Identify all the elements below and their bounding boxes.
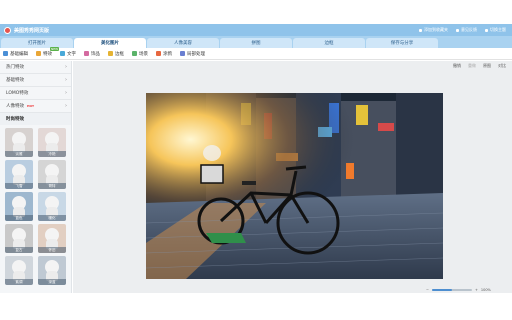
compare-button[interactable]: 对比	[498, 63, 506, 69]
zoom-slider-fill	[431, 289, 452, 291]
app-title: 美图秀秀网页版	[14, 27, 50, 34]
hot-badge: HOT	[27, 104, 35, 108]
original-button[interactable]: 原图	[483, 63, 491, 69]
category-lomo-effects[interactable]: LOMO特效 ›	[0, 87, 71, 100]
effects-grid: 淡雅 冷艳 飞雪 哥特 蓝色 暖化 复古 怀旧 紫调 深蓝	[0, 125, 71, 288]
effect-thumb[interactable]: 复古	[5, 224, 33, 253]
switch-theme-link[interactable]: 切换主题	[485, 27, 506, 33]
effect-thumb[interactable]: 暖化	[38, 192, 66, 221]
tool-label: 饰品	[91, 51, 100, 57]
effect-label: 怀旧	[38, 247, 66, 253]
category-hot-effects[interactable]: 热门特效 ›	[0, 61, 71, 74]
tool-basic-edit[interactable]: 基础编辑	[3, 51, 28, 57]
effect-label: 飞雪	[5, 183, 33, 189]
tab-beautify-image[interactable]: 美化图片	[74, 38, 146, 48]
add-favorite-link[interactable]: 添加到收藏夹	[419, 27, 448, 33]
effect-thumb[interactable]: 蓝色	[5, 192, 33, 221]
effect-label: 冷艳	[38, 151, 66, 157]
new-badge: NEW	[50, 46, 60, 51]
tool-scene[interactable]: 场景	[132, 51, 148, 57]
effect-label: 紫调	[5, 279, 33, 285]
feedback-link[interactable]: 意见反馈	[456, 27, 477, 33]
category-portrait-effects[interactable]: 人像特效 HOT ›	[0, 100, 71, 113]
theme-icon	[485, 28, 488, 32]
effect-thumb[interactable]: 哥特	[38, 160, 66, 189]
tool-label: 边框	[115, 51, 124, 57]
sticker-icon	[84, 51, 89, 56]
star-icon	[419, 28, 422, 32]
zoom-level: 100%	[480, 288, 491, 292]
main-tabs: 打开图片 美化图片 人像美容 拼图 边框 保存与分享	[0, 36, 512, 48]
chevron-right-icon: ›	[65, 77, 67, 83]
text-icon	[60, 51, 65, 56]
tool-label: 局部处理	[187, 51, 205, 57]
tool-effects[interactable]: 特效 NEW	[36, 46, 60, 57]
chevron-right-icon: ›	[65, 64, 67, 70]
effect-label: 深蓝	[38, 279, 66, 285]
edit-icon	[3, 51, 8, 56]
tool-label: 场景	[139, 51, 148, 57]
tool-sticker[interactable]: 饰品	[84, 51, 100, 57]
magic-icon	[36, 51, 41, 56]
switch-theme-label[interactable]: 切换主题	[490, 27, 506, 33]
zoom-slider[interactable]	[431, 289, 472, 291]
effect-label: 暖化	[38, 215, 66, 221]
canvas-area: 撤销 重做 原图 对比 − + 100%	[73, 61, 512, 293]
feedback-icon	[456, 28, 459, 32]
title-bar: 美图秀秀网页版 添加到收藏夹 意见反馈 切换主题	[0, 24, 512, 36]
effect-thumb[interactable]: 冷艳	[38, 128, 66, 157]
add-favorite-label[interactable]: 添加到收藏夹	[424, 27, 448, 33]
brush-icon	[156, 51, 161, 56]
chevron-right-icon: ›	[65, 90, 67, 96]
tool-text[interactable]: 文字	[60, 51, 76, 57]
effect-thumb[interactable]: 深蓝	[38, 256, 66, 285]
tab-collage[interactable]: 拼图	[220, 38, 292, 48]
tool-label: 特效	[43, 51, 52, 57]
tool-local[interactable]: 局部处理	[180, 51, 205, 57]
effect-label: 蓝色	[5, 215, 33, 221]
effect-thumb[interactable]: 紫调	[5, 256, 33, 285]
zoom-out-icon[interactable]: −	[426, 288, 429, 292]
effect-thumb[interactable]: 淡雅	[5, 128, 33, 157]
effect-label: 复古	[5, 247, 33, 253]
category-label: 热门特效	[6, 65, 24, 70]
tab-save-share[interactable]: 保存与分享	[366, 38, 438, 48]
street-bicycle-photo	[146, 93, 443, 279]
app-logo-icon	[4, 26, 11, 34]
feedback-label[interactable]: 意见反馈	[461, 27, 477, 33]
effect-label: 淡雅	[5, 151, 33, 157]
tab-open-image[interactable]: 打开图片	[1, 38, 73, 48]
bottom-margin	[0, 293, 512, 320]
edited-photo[interactable]	[146, 93, 443, 279]
effect-thumb[interactable]: 怀旧	[38, 224, 66, 253]
tab-frame[interactable]: 边框	[293, 38, 365, 48]
zoom-in-icon[interactable]: +	[475, 288, 478, 292]
category-label: 基础特效	[6, 78, 24, 83]
tool-label: 涂鸦	[163, 51, 172, 57]
category-label: 人像特效	[6, 104, 24, 109]
action-bar: 撤销 重做 原图 对比	[453, 63, 506, 69]
category-basic-effects[interactable]: 基础特效 ›	[0, 74, 71, 87]
tab-portrait[interactable]: 人像美容	[147, 38, 219, 48]
effects-panel: 热门特效 › 基础特效 › LOMO特效 › 人像特效 HOT › 时尚特效 淡…	[0, 61, 72, 293]
tool-frame[interactable]: 边框	[108, 51, 124, 57]
tool-bar: 基础编辑 特效 NEW 文字 饰品 边框 场景 涂鸦 局部处理	[0, 46, 512, 60]
scene-icon	[132, 51, 137, 56]
tool-label: 基础编辑	[10, 51, 28, 57]
redo-button[interactable]: 重做	[468, 63, 476, 69]
category-label: LOMO特效	[6, 91, 29, 96]
fashion-effects-title: 时尚特效	[0, 113, 71, 125]
local-icon	[180, 51, 185, 56]
chevron-right-icon: ›	[65, 103, 67, 109]
effect-thumb[interactable]: 飞雪	[5, 160, 33, 189]
tool-brush[interactable]: 涂鸦	[156, 51, 172, 57]
frame-icon	[108, 51, 113, 56]
tool-label: 文字	[67, 51, 76, 57]
effect-label: 哥特	[38, 183, 66, 189]
undo-button[interactable]: 撤销	[453, 63, 461, 69]
title-links: 添加到收藏夹 意见反馈 切换主题	[419, 27, 506, 33]
